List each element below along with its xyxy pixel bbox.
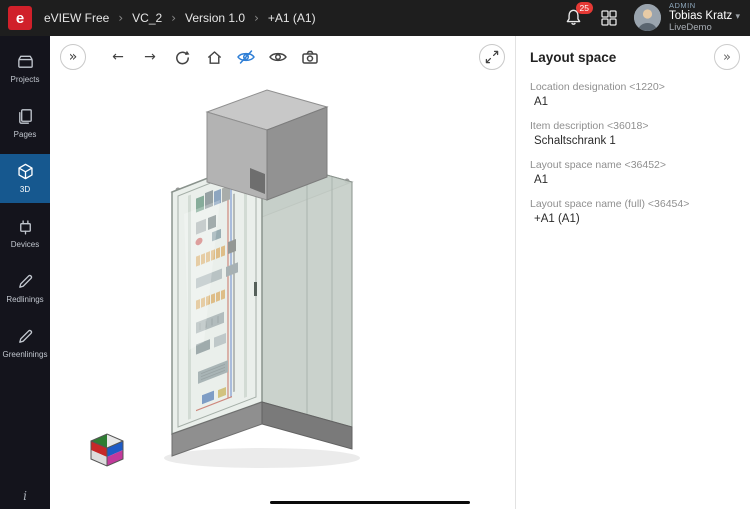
topbar-actions: 25 ADMIN	[564, 2, 740, 35]
field-label: Location designation <1220>	[530, 81, 736, 93]
field-value: A1	[530, 174, 736, 186]
sidebar-item-label: Projects	[11, 75, 40, 84]
field-label: Layout space name (full) <36454>	[530, 198, 736, 210]
field-layout-space-name: Layout space name <36452> A1	[516, 159, 750, 186]
apps-grid-button[interactable]	[600, 9, 618, 27]
sidebar-item-projects[interactable]: Projects	[0, 44, 50, 93]
logo-letter: e	[8, 6, 32, 30]
field-value: +A1 (A1)	[530, 213, 736, 225]
sidebar-item-redlinings[interactable]: Redlinings	[0, 264, 50, 313]
expand-diagonal-icon	[484, 49, 500, 65]
breadcrumb-item-app[interactable]: eVIEW Free	[44, 11, 109, 25]
sidebar-item-greenlinings[interactable]: Greenlinings	[0, 319, 50, 368]
notifications-button[interactable]: 25	[564, 8, 584, 28]
user-tenant: LiveDemo	[669, 23, 740, 34]
apps-grid-icon	[600, 9, 618, 27]
user-text: ADMIN Tobias Kratz ▾ LiveDemo	[669, 2, 740, 35]
cabinet-3d-model[interactable]	[102, 42, 412, 482]
panel-title: Layout space	[530, 50, 616, 65]
breadcrumb: eVIEW Free › VC_2 › Version 1.0 › +A1 (A…	[44, 11, 316, 25]
projects-icon	[16, 52, 35, 71]
chevrons-right-icon: »	[723, 50, 731, 65]
field-label: Item description <36018>	[530, 120, 736, 132]
layout-space-panel: Layout space » Location designation <122…	[515, 36, 750, 509]
pen-icon	[16, 327, 35, 346]
chevron-right-icon: ›	[171, 11, 176, 25]
sidebar-item-label: 3D	[20, 185, 30, 194]
field-layout-space-name-full: Layout space name (full) <36454> +A1 (A1…	[516, 198, 750, 225]
top-bar: e eVIEW Free › VC_2 › Version 1.0 › +A1 …	[0, 0, 750, 36]
sidebar-item-label: Redlinings	[6, 295, 43, 304]
sidebar-item-pages[interactable]: Pages	[0, 99, 50, 148]
chevron-down-icon: ▾	[735, 12, 740, 22]
breadcrumb-item-layout-space[interactable]: +A1 (A1)	[268, 11, 316, 25]
user-name: Tobias Kratz	[669, 10, 732, 22]
sidebar-nav: Projects Pages 3D Devices	[0, 36, 50, 509]
pen-icon	[16, 272, 35, 291]
fullscreen-button[interactable]	[479, 44, 505, 70]
breadcrumb-item-version[interactable]: Version 1.0	[185, 11, 245, 25]
expand-left-panel-button[interactable]: »	[60, 44, 86, 70]
app-logo[interactable]: e	[0, 0, 40, 36]
sidebar-item-label: Pages	[14, 130, 37, 139]
sidebar-item-3d[interactable]: 3D	[0, 154, 50, 203]
panel-header: Layout space »	[516, 36, 750, 81]
sidebar-item-label: Devices	[11, 240, 39, 249]
field-value: A1	[530, 96, 736, 108]
pages-icon	[16, 107, 35, 126]
user-role: ADMIN	[669, 2, 740, 11]
viewer-3d[interactable]: » ← →	[50, 36, 515, 509]
avatar	[634, 4, 661, 31]
field-label: Layout space name <36452>	[530, 159, 736, 171]
app-window: e eVIEW Free › VC_2 › Version 1.0 › +A1 …	[0, 0, 750, 509]
chevrons-right-icon: »	[69, 50, 78, 64]
cube-3d-icon	[16, 162, 35, 181]
field-value: Schaltschrank 1	[530, 135, 736, 147]
breadcrumb-item-project[interactable]: VC_2	[132, 11, 162, 25]
user-menu[interactable]: ADMIN Tobias Kratz ▾ LiveDemo	[634, 2, 740, 35]
sidebar-item-devices[interactable]: Devices	[0, 209, 50, 258]
chevron-right-icon: ›	[118, 11, 123, 25]
orientation-cube[interactable]	[85, 428, 129, 472]
notification-badge: 25	[576, 2, 593, 14]
info-icon[interactable]: i	[0, 489, 50, 503]
collapse-panel-button[interactable]: »	[714, 44, 740, 70]
chevron-right-icon: ›	[254, 11, 259, 25]
devices-icon	[16, 217, 35, 236]
field-location-designation: Location designation <1220> A1	[516, 81, 750, 108]
horizontal-scrollbar[interactable]	[270, 501, 470, 504]
field-item-description: Item description <36018> Schaltschrank 1	[516, 120, 750, 147]
sidebar-item-label: Greenlinings	[3, 350, 48, 359]
